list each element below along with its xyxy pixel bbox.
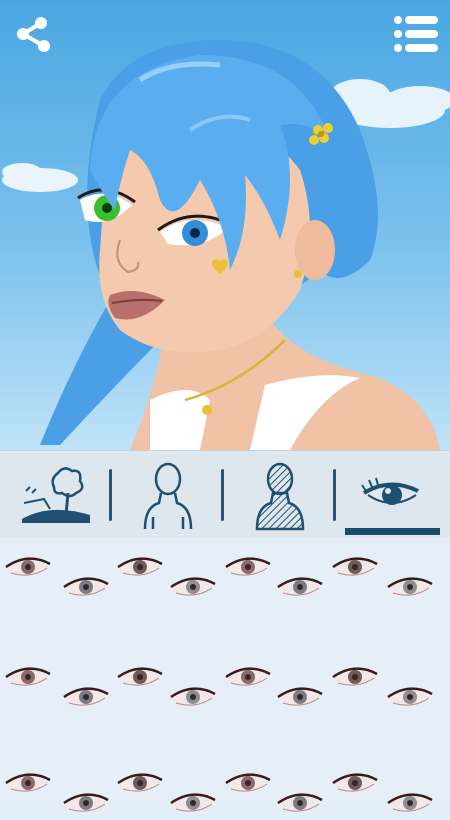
eye-style-icon — [170, 577, 216, 596]
eye-option[interactable] — [383, 680, 437, 714]
share-button[interactable] — [14, 14, 60, 60]
eye-style-icon — [387, 687, 433, 706]
eye-option[interactable] — [273, 570, 327, 604]
eye-option[interactable] — [221, 550, 275, 584]
eye-style-icon — [5, 773, 51, 792]
eye-option[interactable] — [113, 766, 167, 800]
avatar-preview — [0, 0, 450, 450]
eye-option[interactable] — [221, 766, 275, 800]
eye-option[interactable] — [273, 786, 327, 820]
share-icon — [17, 17, 50, 52]
category-tab-bar — [0, 450, 450, 539]
eye-style-icon — [63, 577, 109, 596]
eye-style-icon — [332, 557, 378, 576]
eye-option[interactable] — [166, 680, 220, 714]
eye-option[interactable] — [1, 660, 55, 694]
eye-option[interactable] — [166, 570, 220, 604]
eye-style-icon — [277, 793, 323, 812]
eye-style-icon — [387, 577, 433, 596]
eye-style-icon — [225, 557, 271, 576]
menu-button[interactable] — [392, 14, 438, 60]
tab-background[interactable] — [0, 451, 112, 539]
eye-icon — [361, 477, 419, 505]
eye-style-icon — [332, 667, 378, 686]
eye-style-icon — [277, 577, 323, 596]
eye-option[interactable] — [59, 680, 113, 714]
eye-option[interactable] — [328, 766, 382, 800]
eye-style-icon — [332, 773, 378, 792]
eye-options-grid — [0, 538, 450, 812]
eye-style-icon — [387, 793, 433, 812]
tab-clothing[interactable] — [224, 451, 336, 539]
eye-option[interactable] — [113, 550, 167, 584]
list-menu-icon — [394, 16, 438, 52]
eye-style-icon — [277, 687, 323, 706]
eye-style-icon — [5, 557, 51, 576]
tab-body[interactable] — [112, 451, 224, 539]
eye-style-icon — [63, 687, 109, 706]
eye-option[interactable] — [383, 786, 437, 820]
tab-eyes[interactable] — [336, 451, 448, 539]
eye-style-icon — [117, 667, 163, 686]
eye-style-icon — [170, 687, 216, 706]
eye-option[interactable] — [113, 660, 167, 694]
eye-style-icon — [170, 793, 216, 812]
eye-style-icon — [225, 667, 271, 686]
eye-option[interactable] — [59, 570, 113, 604]
eye-option[interactable] — [59, 786, 113, 820]
silhouette-outline-icon — [143, 462, 193, 530]
eye-style-icon — [117, 557, 163, 576]
eye-option[interactable] — [328, 660, 382, 694]
landscape-icon — [22, 467, 90, 523]
eye-style-icon — [117, 773, 163, 792]
silhouette-hatched-icon — [255, 462, 305, 531]
eye-option[interactable] — [328, 550, 382, 584]
avatar-illustration — [2, 40, 450, 450]
eye-style-icon — [5, 667, 51, 686]
eye-style-icon — [225, 773, 271, 792]
active-tab-indicator — [345, 528, 440, 535]
eye-option[interactable] — [383, 570, 437, 604]
eye-option[interactable] — [1, 766, 55, 800]
eye-option[interactable] — [166, 786, 220, 820]
eye-option[interactable] — [1, 550, 55, 584]
eye-style-icon — [63, 793, 109, 812]
eye-option[interactable] — [273, 680, 327, 714]
eye-option[interactable] — [221, 660, 275, 694]
